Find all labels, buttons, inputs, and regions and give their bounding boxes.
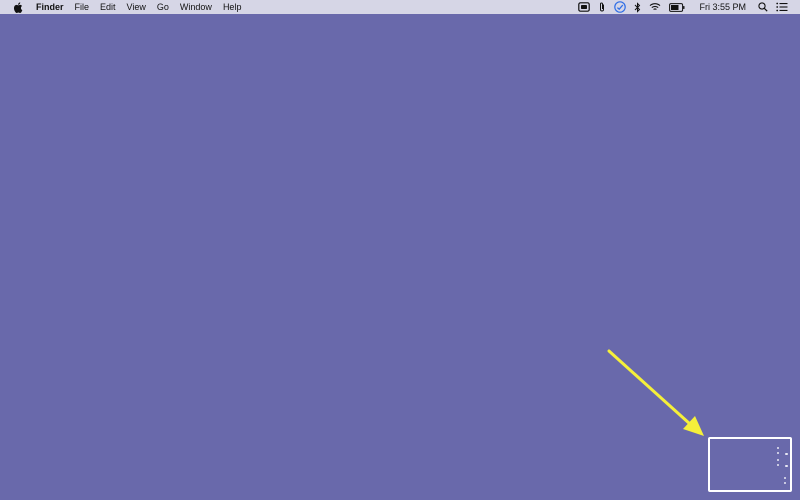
menu-edit[interactable]: Edit [95, 0, 122, 14]
menu-window[interactable]: Window [174, 0, 217, 14]
bluetooth-icon[interactable] [634, 0, 641, 14]
wifi-icon[interactable] [649, 0, 661, 14]
menu-view[interactable]: View [121, 0, 151, 14]
spotlight-search-icon[interactable] [758, 0, 768, 14]
menu-file[interactable]: File [69, 0, 95, 14]
notification-center-icon[interactable] [776, 0, 788, 14]
apple-menu-icon[interactable] [12, 1, 24, 13]
menubar-clock[interactable]: Fri 3:55 PM [699, 2, 746, 12]
screenshot-preview-thumbnail[interactable] [708, 437, 792, 492]
time-machine-icon[interactable] [614, 0, 627, 14]
menu-go[interactable]: Go [151, 0, 174, 14]
menu-bar: Finder File Edit View Go Window Help Fri… [0, 0, 800, 14]
menu-help[interactable]: Help [217, 0, 247, 14]
airplay-icon[interactable] [578, 0, 591, 14]
menu-finder[interactable]: Finder [32, 0, 69, 14]
attachment-icon[interactable] [598, 0, 606, 14]
battery-icon[interactable] [669, 0, 685, 14]
desktop-background[interactable] [0, 0, 800, 500]
